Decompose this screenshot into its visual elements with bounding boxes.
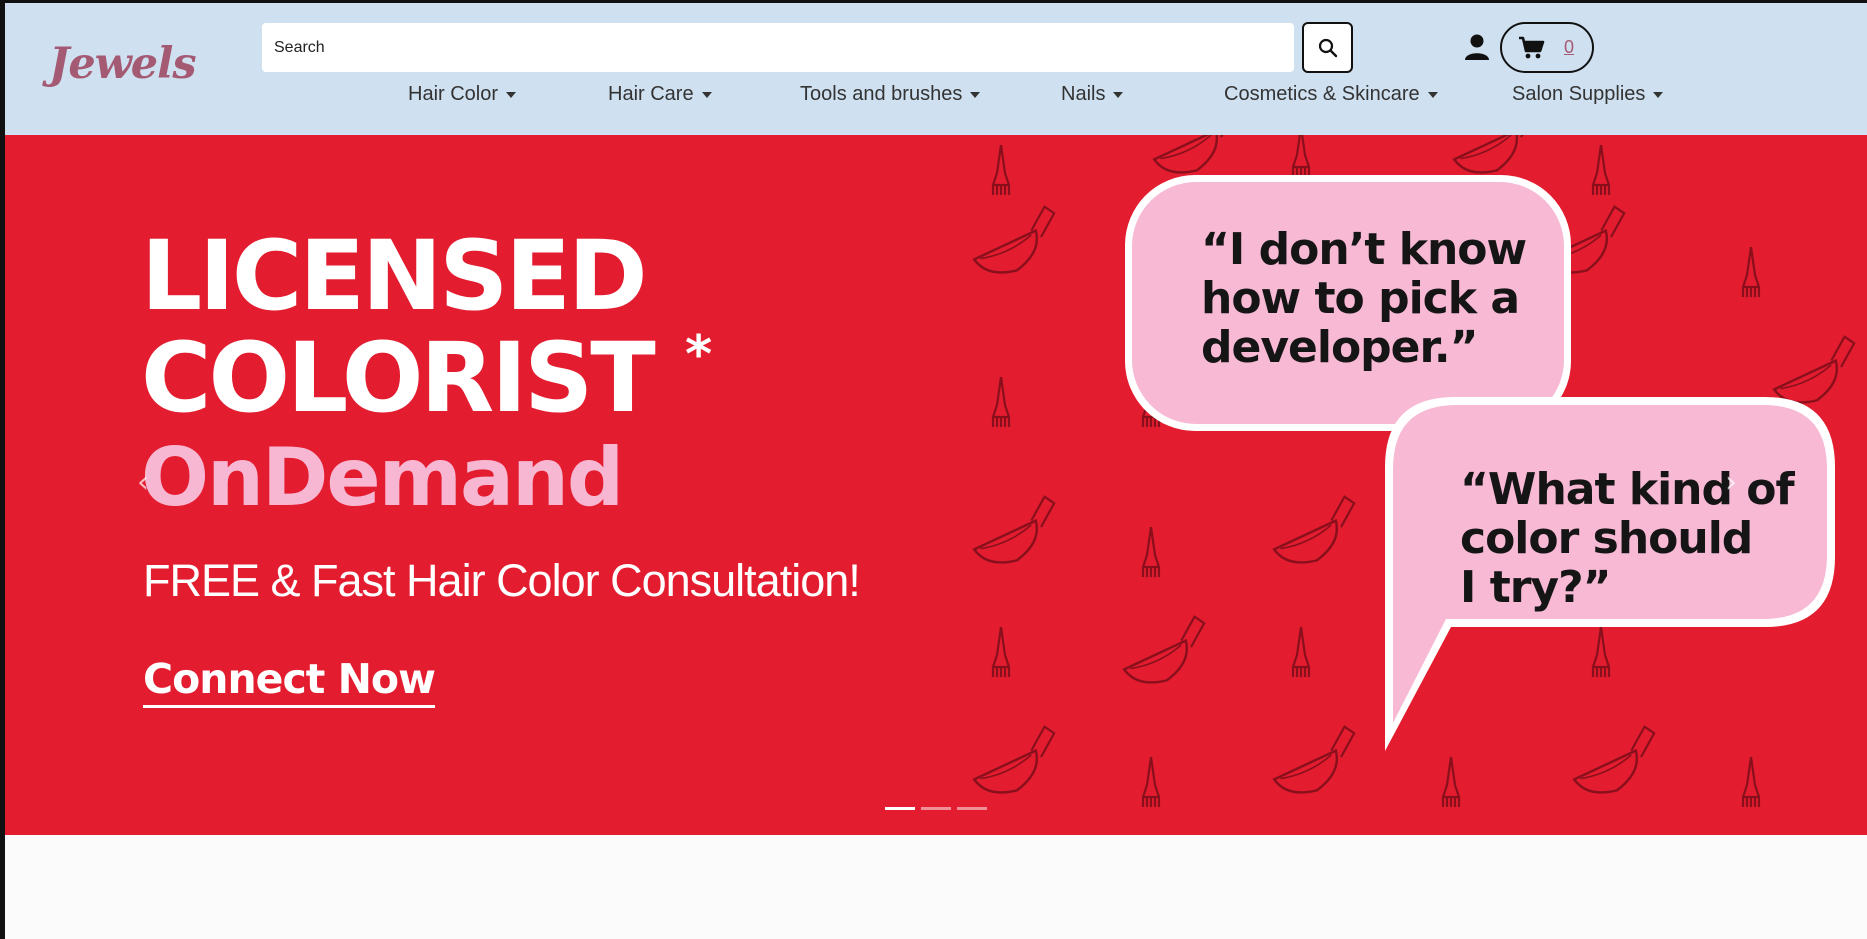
shopping-cart-icon [1519, 36, 1545, 58]
hero-asterisk: * [685, 325, 713, 385]
carousel-dot-2[interactable] [921, 807, 951, 810]
nav-nails[interactable]: Nails [1061, 83, 1124, 106]
carousel-dot-3[interactable] [957, 807, 987, 810]
nav-label: Cosmetics & Skincare [1224, 83, 1420, 105]
chevron-down-icon [970, 91, 981, 98]
search-icon [1318, 38, 1337, 57]
search-button[interactable] [1302, 22, 1353, 73]
content-area [5, 835, 1867, 939]
bubble-line: “What kind of [1460, 464, 1795, 515]
chevron-down-icon [506, 91, 517, 98]
page: Jewels 0 Hair Color [5, 3, 1867, 939]
site-logo[interactable]: Jewels [49, 39, 197, 89]
hero-title: LICENSED COLORIST [141, 220, 656, 434]
speech-bubble-2: “What kind of color should I try?” [1460, 464, 1795, 613]
nav-label: Salon Supplies [1512, 83, 1646, 105]
cart-button[interactable]: 0 [1500, 22, 1594, 73]
carousel-prev-arrow[interactable]: ‹ [137, 465, 149, 500]
bubble-line: developer.” [1201, 322, 1479, 373]
chevron-down-icon [701, 91, 712, 98]
site-header: Jewels 0 Hair Color [5, 3, 1867, 135]
bubble-line: how to pick a [1201, 273, 1520, 324]
chevron-down-icon [1653, 91, 1664, 98]
nav-cosmetics-skincare[interactable]: Cosmetics & Skincare [1224, 83, 1438, 106]
bubble-line: “I don’t know [1201, 224, 1527, 275]
nav-tools-and-brushes[interactable]: Tools and brushes [800, 83, 981, 106]
nav-hair-care[interactable]: Hair Care [608, 83, 712, 106]
nav-label: Hair Color [408, 83, 499, 105]
bubble-line: color should [1460, 513, 1753, 564]
connect-now-link[interactable]: Connect Now [143, 655, 436, 708]
bubble-line: I try?” [1460, 562, 1612, 613]
hero-title-line2: COLORIST [141, 322, 656, 434]
search-input[interactable] [262, 23, 1294, 72]
carousel-next-arrow[interactable]: › [1725, 465, 1737, 500]
nav-salon-supplies[interactable]: Salon Supplies [1512, 83, 1664, 106]
chevron-down-icon [1427, 91, 1438, 98]
chevron-down-icon [1113, 91, 1124, 98]
hero-subtitle: FREE & Fast Hair Color Consultation! [143, 555, 861, 606]
speech-bubble-1: “I don’t know how to pick a developer.” [1201, 224, 1527, 373]
hero-carousel[interactable]: LICENSED COLORIST * OnDemand FREE & Fast… [5, 135, 1867, 835]
user-account-icon[interactable] [1464, 33, 1490, 61]
carousel-indicators [885, 807, 987, 810]
carousel-dot-1[interactable] [885, 807, 915, 810]
cart-count: 0 [1564, 37, 1575, 57]
nav-hair-color[interactable]: Hair Color [408, 83, 517, 106]
nav-label: Hair Care [608, 83, 694, 105]
hero-ondemand: OnDemand [141, 431, 624, 524]
hero-title-line1: LICENSED [141, 220, 648, 332]
nav-label: Tools and brushes [800, 83, 963, 105]
nav-label: Nails [1061, 83, 1106, 105]
